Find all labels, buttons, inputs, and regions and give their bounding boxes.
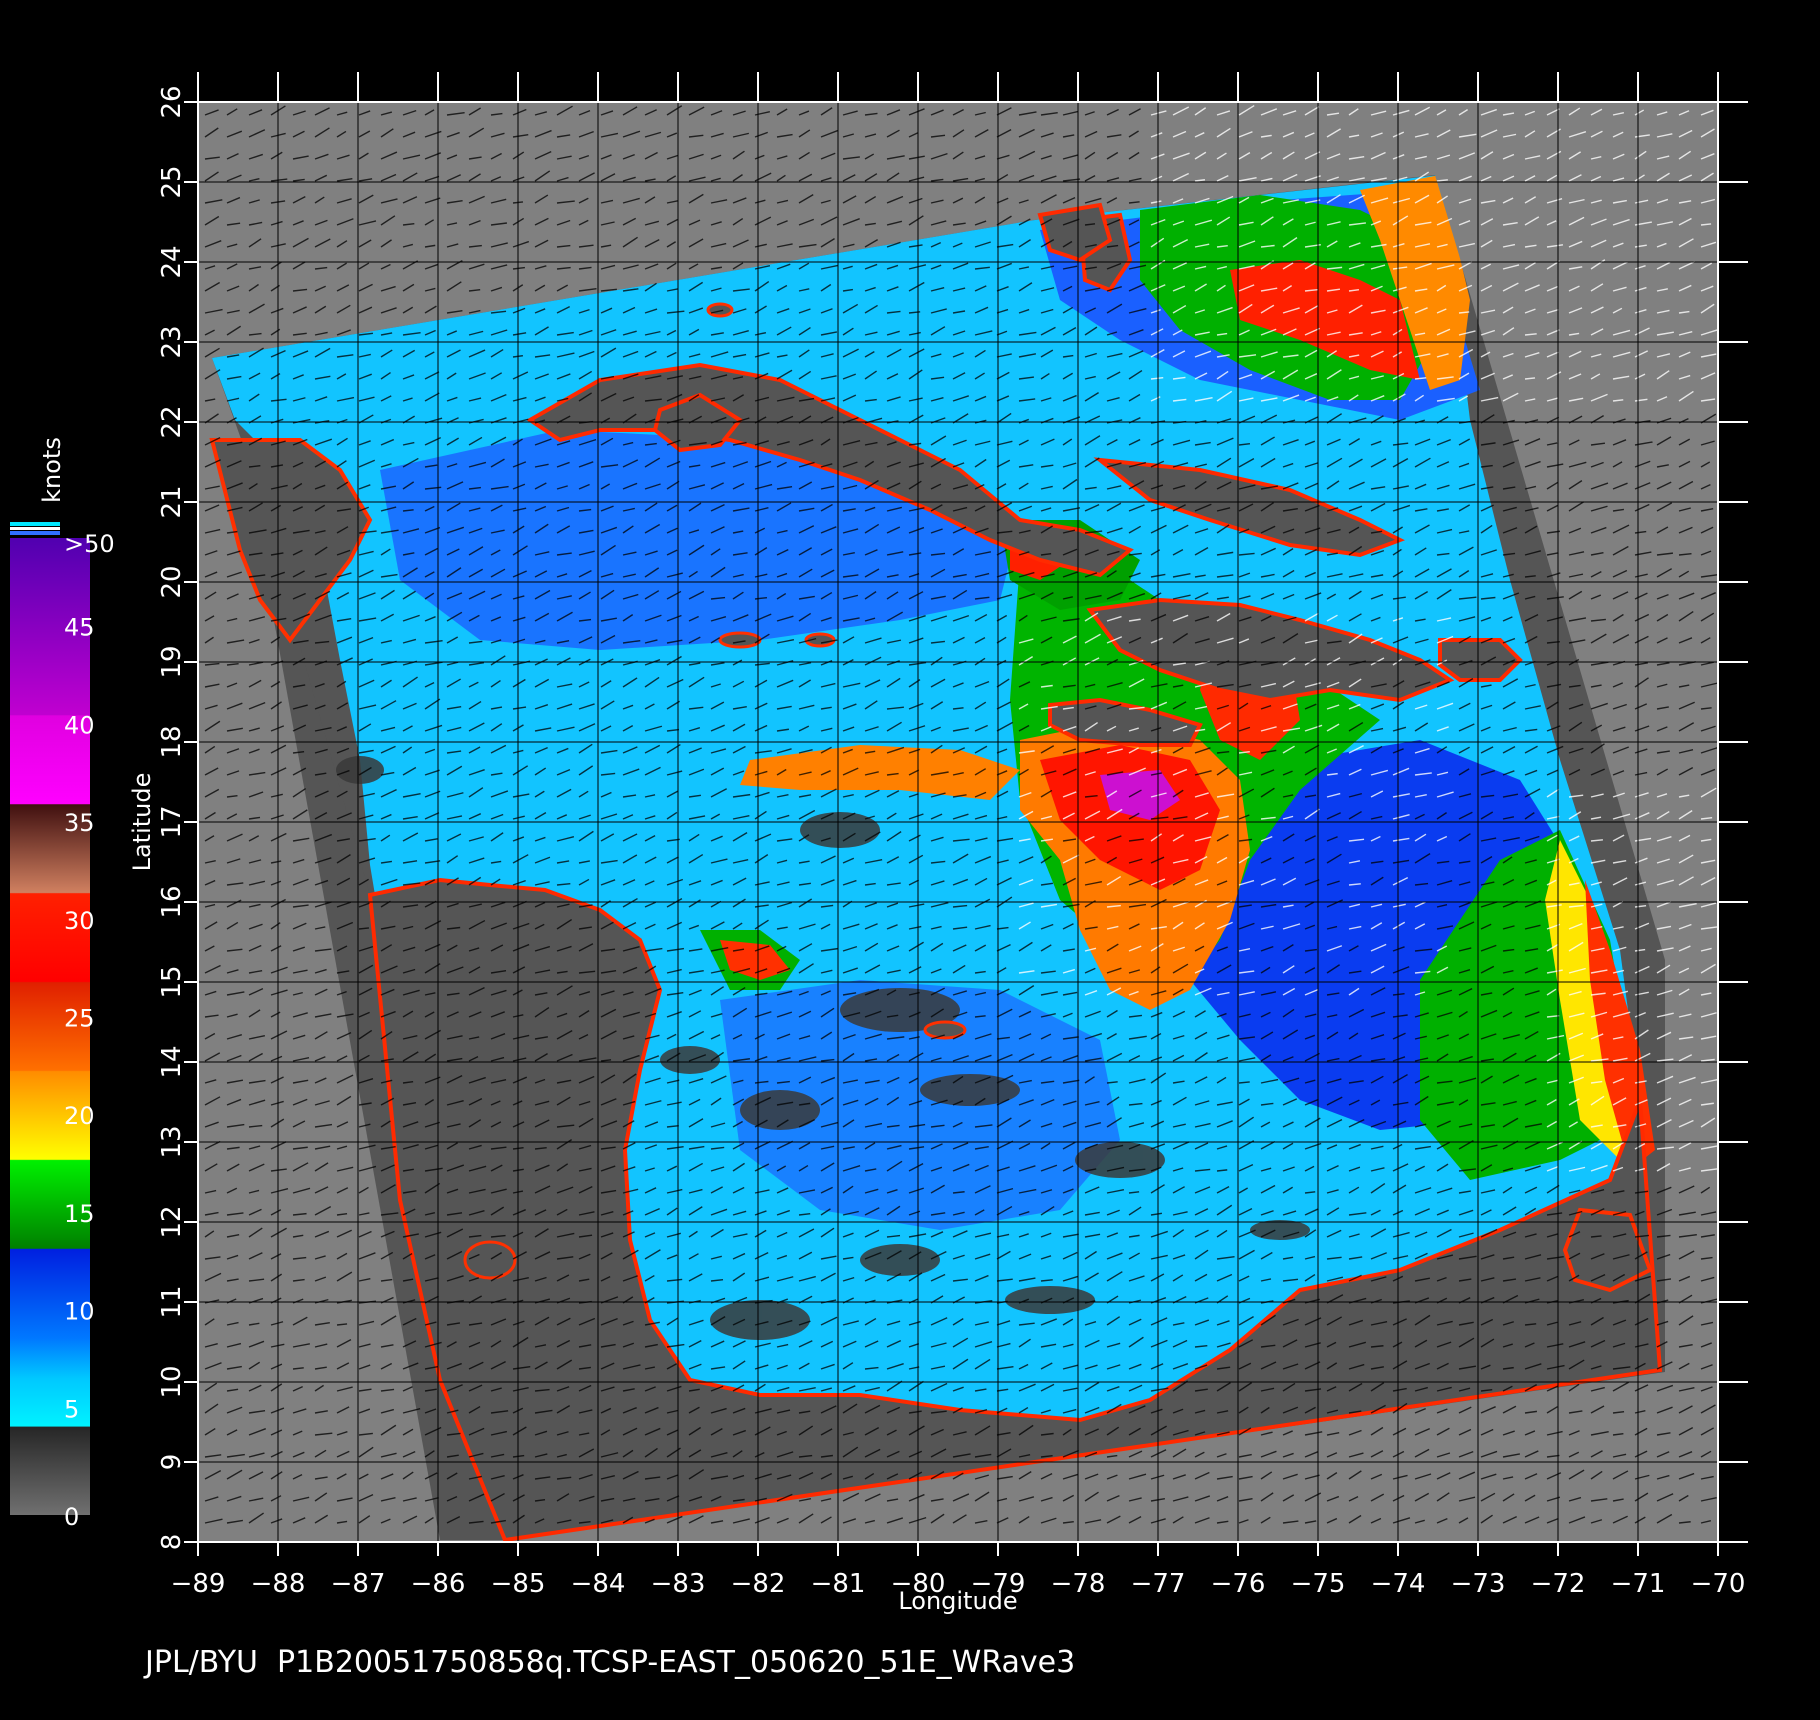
lat-tick-label: 20 <box>157 565 187 598</box>
colorbar-cap-cyan <box>10 522 60 526</box>
lat-tick-label: 17 <box>157 805 187 838</box>
colorbar-label: >50 <box>64 530 115 558</box>
lon-tick-label: −71 <box>1611 1569 1666 1599</box>
lat-tick-label: 21 <box>157 485 187 518</box>
lon-tick-label: −70 <box>1691 1569 1746 1599</box>
lat-tick-label: 22 <box>157 405 187 438</box>
colorbar-cap-blue <box>10 531 60 535</box>
lon-tick-label: −78 <box>1051 1569 1106 1599</box>
colorbar-label: 20 <box>64 1102 95 1130</box>
lon-tick-label: −87 <box>331 1569 386 1599</box>
colorbar-label: 15 <box>64 1200 95 1228</box>
lat-tick-label: 8 <box>157 1534 187 1551</box>
lat-tick-label: 16 <box>157 885 187 918</box>
lon-tick-label: −74 <box>1371 1569 1426 1599</box>
lat-tick-label: 11 <box>157 1285 187 1318</box>
lat-tick-label: 19 <box>157 645 187 678</box>
lat-tick-label: 24 <box>157 245 187 278</box>
wind-map-figure: −89 −88 −87 −86 −85 −84 −83 −82 −81 −80 −79 −78 −77−… <box>10 72 1748 1615</box>
lon-tick-label: −75 <box>1291 1569 1346 1599</box>
lon-tick-label: −73 <box>1451 1569 1506 1599</box>
colorbar-cap-white <box>10 527 60 530</box>
lat-tick-label: 9 <box>157 1454 187 1471</box>
footer-caption: JPL/BYU P1B20051750858q.TCSP-EAST_050620… <box>145 1645 1076 1680</box>
colorbar-label: 25 <box>64 1005 95 1033</box>
colorbar-label: 5 <box>64 1395 79 1423</box>
lat-tick-label: 10 <box>157 1365 187 1398</box>
x-axis-title: Longitude <box>898 1587 1017 1615</box>
lat-tick-labels: 8 9 10 11 12 13 14 15 16 17 18 19 20 21 22 23 24 25 26 <box>157 85 187 1550</box>
lon-tick-label: −81 <box>811 1569 866 1599</box>
lon-tick-label: −83 <box>651 1569 706 1599</box>
lon-tick-label: −86 <box>411 1569 466 1599</box>
lon-tick-label: −85 <box>491 1569 546 1599</box>
colorbar-label: 0 <box>64 1503 79 1531</box>
lon-tick-label: −82 <box>731 1569 786 1599</box>
colorbar-unit: knots <box>38 437 66 503</box>
land-puerto-rico <box>1438 638 1523 682</box>
lon-tick-label: −84 <box>571 1569 626 1599</box>
lon-tick-label: −77 <box>1131 1569 1186 1599</box>
lat-tick-label: 26 <box>157 85 187 118</box>
colorbar-label: 30 <box>64 907 95 935</box>
lat-tick-label: 14 <box>157 1045 187 1078</box>
y-axis-title: Latitude <box>128 773 156 872</box>
lon-tick-label: −89 <box>171 1569 226 1599</box>
lat-tick-label: 18 <box>157 725 187 758</box>
colorbar-label: 35 <box>64 809 95 837</box>
lat-tick-label: 15 <box>157 965 187 998</box>
colorbar: knots 0 5 10 15 20 25 30 35 40 45 >50 <box>10 437 115 1531</box>
lon-tick-label: −88 <box>251 1569 306 1599</box>
lat-tick-label: 25 <box>157 165 187 198</box>
colorbar-label: 45 <box>64 614 95 642</box>
lat-tick-label: 23 <box>157 325 187 358</box>
lat-tick-label: 12 <box>157 1205 187 1238</box>
lon-tick-label: −76 <box>1211 1569 1266 1599</box>
colorbar-label: 40 <box>64 711 95 739</box>
colorbar-label: 10 <box>64 1298 95 1326</box>
lat-tick-label: 13 <box>157 1125 187 1158</box>
lon-tick-label: −72 <box>1531 1569 1586 1599</box>
